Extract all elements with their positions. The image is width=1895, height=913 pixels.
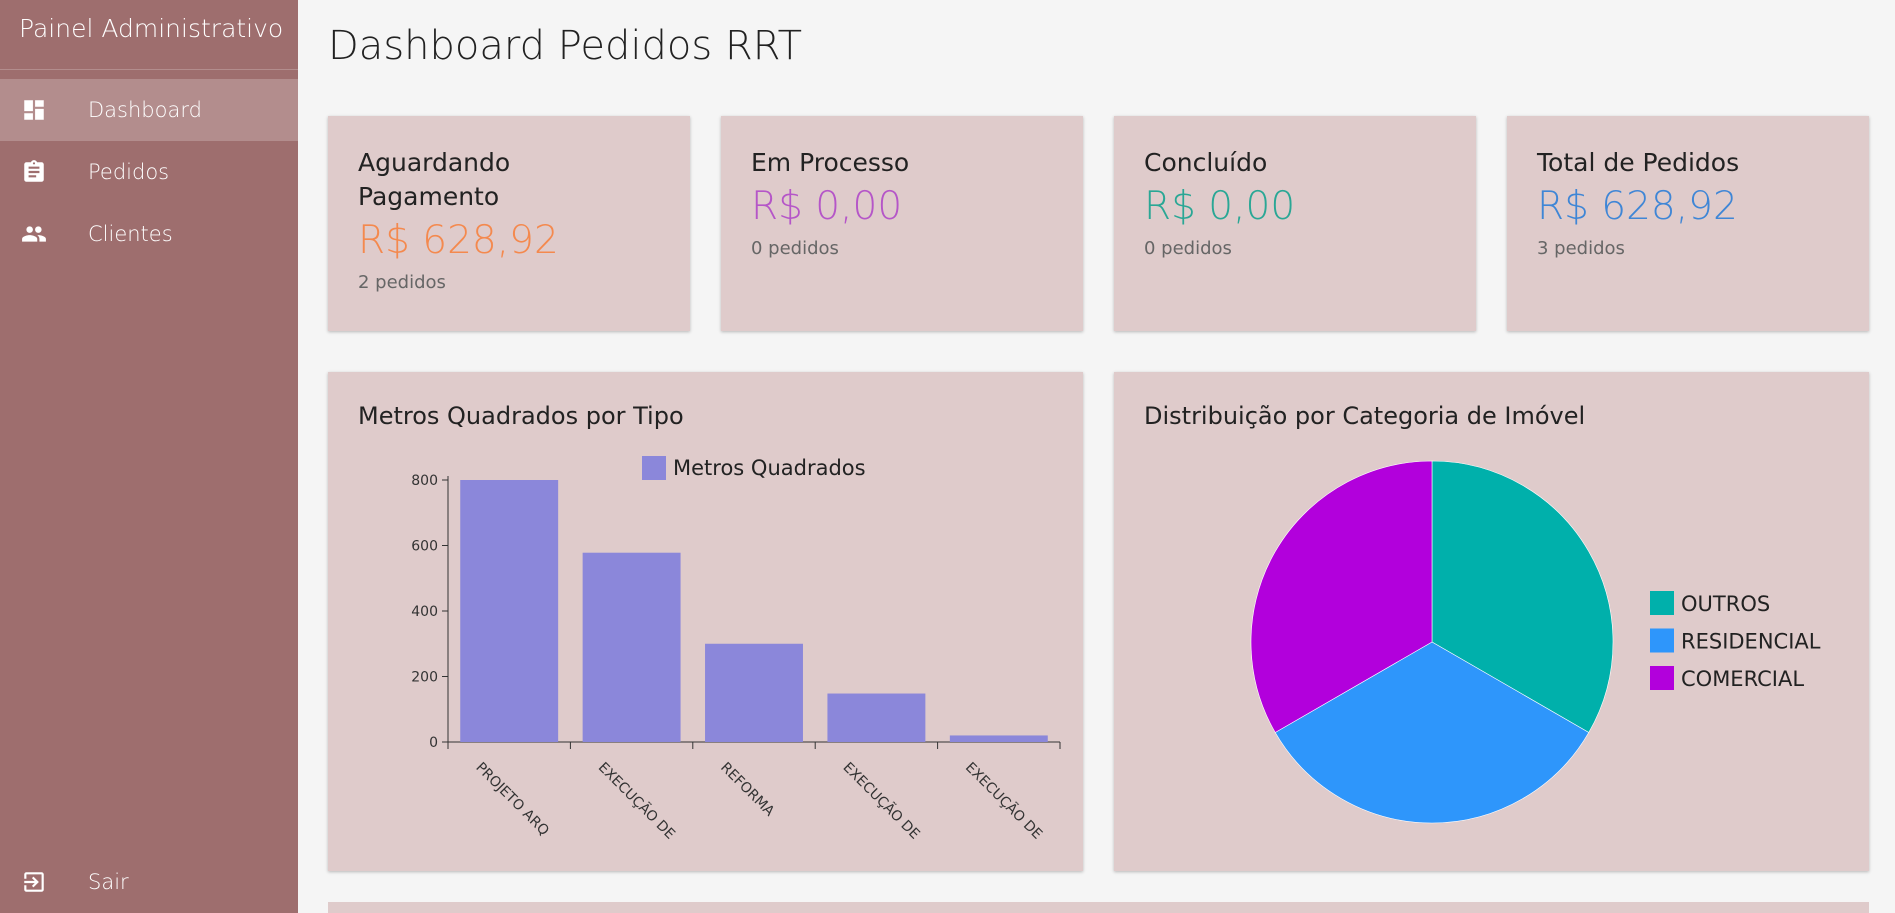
stat-count: 3 pedidos [1537, 238, 1625, 259]
stat-card-total: Total de Pedidos R$ 628,92 3 pedidos [1507, 116, 1869, 331]
x-tick-label: REFORMA [717, 760, 777, 820]
sidebar-item-pedidos[interactable]: Pedidos [0, 141, 298, 203]
sidebar-title: Painel Administrativo [0, 0, 298, 70]
legend-label: OUTROS [1681, 592, 1770, 616]
sidebar-nav: Dashboard Pedidos Clientes [0, 79, 298, 265]
sidebar-bottom: Sair [0, 851, 298, 913]
people-icon [0, 221, 88, 247]
bar[interactable] [460, 480, 559, 742]
sidebar-item-label: Clientes [88, 222, 173, 246]
page-title: Dashboard Pedidos RRT [328, 23, 803, 69]
sidebar-item-dashboard[interactable]: Dashboard [0, 79, 298, 141]
y-tick-label: 0 [429, 735, 438, 751]
legend-swatch[interactable] [1650, 628, 1674, 653]
x-tick-label: EXECUÇÃO DE [962, 759, 1046, 843]
main-content: Dashboard Pedidos RRT Aguardando Pagamen… [298, 0, 1895, 913]
stat-title: Concluído [1144, 148, 1268, 177]
clipboard-icon [0, 159, 88, 185]
stat-value: R$ 628,92 [358, 218, 559, 263]
stat-count: 2 pedidos [358, 272, 446, 293]
stat-card-aguardando: Aguardando Pagamento R$ 628,92 2 pedidos [328, 116, 690, 331]
dashboard-icon [0, 97, 88, 123]
sidebar: Painel Administrativo Dashboard Pedidos … [0, 0, 298, 913]
stat-title: Aguardando Pagamento [358, 148, 511, 211]
bar[interactable] [705, 643, 803, 742]
stat-count: 0 pedidos [1144, 238, 1232, 259]
stat-card-concluido: Concluído R$ 0,00 0 pedidos [1114, 116, 1476, 331]
y-tick-label: 400 [411, 604, 438, 620]
legend-swatch[interactable] [1650, 666, 1674, 690]
legend-swatch[interactable] [1650, 591, 1674, 615]
legend-label: RESIDENCIAL [1681, 630, 1821, 654]
y-tick-label: 200 [411, 670, 438, 686]
sidebar-item-label: Pedidos [88, 160, 170, 184]
logout-icon [0, 869, 88, 895]
legend-swatch[interactable] [642, 456, 666, 480]
stat-title: Em Processo [751, 148, 910, 177]
bar[interactable] [827, 693, 926, 742]
bar[interactable] [582, 552, 681, 742]
stat-value: R$ 628,92 [1537, 184, 1738, 229]
legend-label: Metros Quadrados [673, 456, 866, 480]
y-tick-label: 600 [411, 539, 438, 555]
pie-chart-card: Distribuição por Categoria de Imóvel OUT… [1114, 372, 1869, 871]
stat-card-em-processo: Em Processo R$ 0,00 0 pedidos [721, 116, 1083, 331]
bar[interactable] [949, 735, 1048, 742]
x-tick-label: PROJETO ARQ [472, 760, 552, 840]
stat-count: 0 pedidos [751, 238, 839, 259]
bar-chart-card: Metros Quadrados por Tipo 0 200 400 600 800 P… [328, 372, 1083, 871]
bar-chart: 0 200 400 600 800 PROJETO ARQ EXECUÇÃO DE REFOR… [411, 456, 1061, 843]
pie-chart: OUTROS RESIDENCIAL COMERCIAL [1250, 460, 1821, 824]
logout-button[interactable]: Sair [0, 851, 298, 913]
sidebar-item-clientes[interactable]: Clientes [0, 203, 298, 265]
x-tick-label: EXECUÇÃO DE [595, 759, 679, 843]
logout-label: Sair [88, 870, 129, 894]
sidebar-item-label: Dashboard [88, 98, 202, 122]
stat-value: R$ 0,00 [1144, 184, 1296, 229]
stat-value: R$ 0,00 [751, 184, 903, 229]
x-tick-label: EXECUÇÃO DE [840, 759, 924, 843]
bottom-card [328, 902, 1869, 913]
legend-label: COMERCIAL [1681, 667, 1804, 691]
stat-title: Total de Pedidos [1537, 148, 1740, 177]
y-tick-label: 800 [411, 473, 438, 489]
